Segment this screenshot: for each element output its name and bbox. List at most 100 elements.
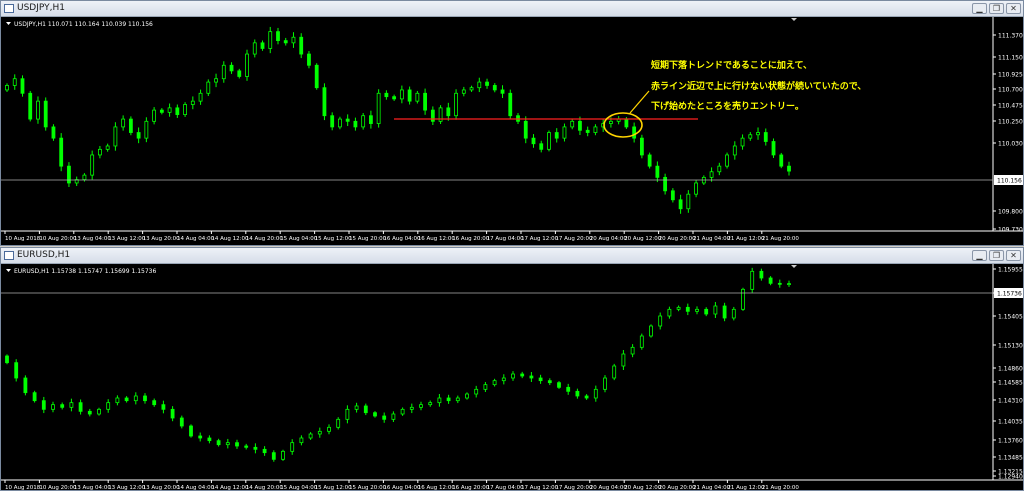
candle-body xyxy=(485,81,489,86)
candle-body xyxy=(469,87,474,91)
usdjpy-chart-window[interactable]: USDJPY,H1 ▁ ❐ ✕ USDJPY,H1 110.071 110.16… xyxy=(0,0,1024,246)
eurusd-chart-window[interactable]: EURUSD,H1 ▁ ❐ ✕ EURUSD,H1 1.15738 1.1574… xyxy=(0,247,1024,491)
candle xyxy=(252,39,257,58)
candle-body xyxy=(113,126,118,147)
candle xyxy=(612,363,617,381)
eurusd-chart-area[interactable]: EURUSD,H1 1.15738 1.15747 1.15699 1.1573… xyxy=(1,264,1023,490)
candle-body xyxy=(501,377,506,382)
candle xyxy=(455,395,460,404)
candle xyxy=(562,123,567,142)
candle xyxy=(41,396,46,414)
candle xyxy=(649,324,653,338)
price-label: 110.030 xyxy=(998,141,1023,148)
candle xyxy=(244,443,249,450)
current-price-label: 110.156 xyxy=(997,178,1022,185)
candle xyxy=(152,398,157,407)
candle xyxy=(779,152,784,169)
candle xyxy=(419,401,423,411)
time-label: 21 Aug 04:00 xyxy=(693,236,731,242)
candle xyxy=(268,26,273,54)
candle xyxy=(229,62,234,74)
candle-body xyxy=(483,384,488,390)
candle-body xyxy=(547,380,552,384)
candle xyxy=(198,89,203,105)
candle xyxy=(369,110,373,129)
eurusd-candles xyxy=(5,267,791,462)
candle xyxy=(621,350,626,370)
candle xyxy=(756,127,760,140)
candle xyxy=(520,371,525,379)
candle-body xyxy=(741,288,745,310)
candle xyxy=(557,381,561,389)
usdjpy-title-bar[interactable]: USDJPY,H1 ▁ ❐ ✕ xyxy=(1,1,1023,17)
close-button[interactable]: ✕ xyxy=(1006,250,1021,261)
candle xyxy=(290,439,295,455)
candle xyxy=(190,96,195,110)
info-dropdown-icon xyxy=(6,269,11,272)
candle-body xyxy=(121,118,126,128)
candle xyxy=(276,27,280,45)
restore-button[interactable]: ❐ xyxy=(989,250,1004,261)
time-label: 14 Aug 20:00 xyxy=(246,485,284,490)
candle-body xyxy=(391,413,396,420)
candle xyxy=(167,103,172,117)
candle xyxy=(750,267,755,293)
candle xyxy=(461,86,466,97)
candle-body xyxy=(578,120,582,131)
candle xyxy=(667,306,672,319)
candle-body xyxy=(523,120,528,139)
candle-body xyxy=(5,355,9,364)
candle xyxy=(170,406,175,422)
candle xyxy=(391,411,396,422)
candle-body xyxy=(206,81,211,94)
candle-body xyxy=(353,120,358,128)
candle-body xyxy=(399,89,404,100)
eurusd-title-bar[interactable]: EURUSD,H1 ▁ ❐ ✕ xyxy=(1,248,1023,264)
candle xyxy=(570,118,575,130)
candle xyxy=(741,287,745,311)
candle-body xyxy=(477,81,482,89)
candle xyxy=(446,394,451,404)
candle xyxy=(392,94,397,101)
close-button[interactable]: ✕ xyxy=(1006,3,1021,14)
candle xyxy=(732,141,737,160)
candle-body xyxy=(299,437,304,444)
candle-body xyxy=(670,190,675,201)
time-label: 17 Aug 20:00 xyxy=(555,236,593,242)
candle-body xyxy=(216,440,221,446)
candle xyxy=(584,394,589,400)
price-label: 1.15130 xyxy=(998,343,1023,350)
candle xyxy=(363,403,368,416)
candle-body xyxy=(709,171,714,178)
candle-body xyxy=(5,85,9,91)
usdjpy-chart-area[interactable]: USDJPY,H1 110.071 110.164 110.039 110.15… xyxy=(1,17,1023,245)
candle-body xyxy=(136,132,141,139)
candle-body xyxy=(152,109,157,122)
candle-body xyxy=(756,132,760,136)
candle xyxy=(511,371,515,381)
candle xyxy=(144,117,149,143)
candle xyxy=(469,85,474,92)
minimize-button[interactable]: ▁ xyxy=(972,250,987,261)
candle-body xyxy=(663,176,668,192)
candle-body xyxy=(649,325,653,337)
restore-button[interactable]: ❐ xyxy=(989,3,1004,14)
time-label: 15 Aug 20:00 xyxy=(349,485,387,490)
candle xyxy=(283,37,288,46)
candle-body xyxy=(345,408,350,420)
candle xyxy=(384,90,389,100)
candle-body xyxy=(363,405,368,414)
candle xyxy=(5,354,9,365)
minimize-button[interactable]: ▁ xyxy=(972,3,987,14)
candle-body xyxy=(547,132,551,150)
candle-body xyxy=(175,107,180,115)
candle xyxy=(121,115,126,131)
candle xyxy=(446,102,451,121)
candle xyxy=(159,108,164,115)
candle xyxy=(501,374,506,385)
time-label: 15 Aug 04:00 xyxy=(280,236,318,242)
candle xyxy=(206,79,211,96)
chart-window-icon xyxy=(4,4,14,13)
candle-body xyxy=(322,87,327,117)
candle-body xyxy=(308,433,313,439)
